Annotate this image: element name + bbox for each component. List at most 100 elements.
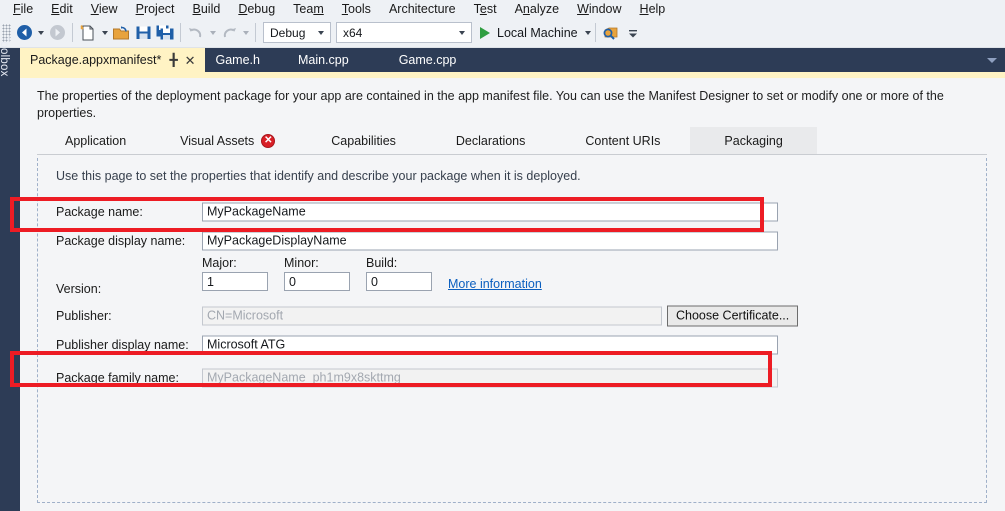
chevron-down-icon[interactable] — [584, 30, 591, 35]
package-display-name-row: Package display name: MyPackageDisplayNa… — [56, 227, 968, 254]
version-minor-input[interactable]: 0 — [284, 272, 350, 291]
version-build-input[interactable]: 0 — [366, 272, 432, 291]
document-tab-label: Main.cpp — [297, 53, 349, 67]
document-tab-package-appxmanifest[interactable]: Package.appxmanifest* ╋ ✕ — [20, 48, 206, 72]
navigate-back-icon[interactable] — [13, 21, 35, 45]
publisher-label: Publisher: — [56, 308, 112, 323]
version-major-cell: Major: 1 — [202, 256, 268, 291]
menu-item-debug[interactable]: Debug — [229, 0, 284, 18]
error-badge-icon: ✕ — [261, 133, 276, 148]
chevron-down-icon — [459, 30, 465, 35]
manifest-designer: The properties of the deployment package… — [20, 78, 1005, 511]
tab-declarations[interactable]: Declarations — [426, 127, 555, 154]
version-build-caption: Build: — [366, 256, 398, 270]
packaging-form: Package name: MyPackageName Package disp… — [56, 198, 968, 393]
more-information-link[interactable]: More information — [448, 277, 542, 291]
package-display-name-label: Package display name: — [56, 233, 186, 248]
start-debugging-button[interactable]: Local Machine — [480, 26, 591, 40]
tab-content-uris[interactable]: Content URIs — [555, 127, 690, 154]
menu-item-file[interactable]: File — [4, 0, 42, 18]
package-name-row: Package name: MyPackageName — [56, 198, 968, 225]
document-tab-label: Game.cpp — [398, 53, 457, 67]
tab-application[interactable]: Application — [37, 127, 154, 154]
publisher-display-name-input[interactable]: Microsoft ATG — [202, 335, 778, 354]
toolbar-separator — [72, 23, 73, 42]
close-icon[interactable]: ✕ — [185, 54, 196, 67]
menu-item-edit[interactable]: Edit — [42, 0, 82, 18]
menu-item-window[interactable]: Window — [568, 0, 630, 18]
version-fields: Major: 1 Minor: 0 Build: 0 — [202, 256, 432, 291]
configuration-value: Debug — [270, 25, 306, 40]
package-family-name-row: Package family name: MyPackageName_ph1m9… — [56, 364, 968, 391]
document-tab-strip: Package.appxmanifest* ╋ ✕ Game.h Main.cp… — [20, 48, 1005, 72]
version-build-cell: Build: 0 — [366, 256, 432, 291]
visual-studio-window: File Edit View Project Build Debug Team … — [0, 0, 1005, 511]
publisher-input: CN=Microsoft — [202, 306, 662, 325]
package-display-name-input[interactable]: MyPackageDisplayName — [202, 231, 778, 250]
tab-label: Application — [65, 133, 127, 148]
version-major-caption: Major: — [202, 256, 237, 270]
menu-item-team[interactable]: Team — [284, 0, 333, 18]
tab-packaging[interactable]: Packaging — [690, 127, 817, 154]
save-icon[interactable] — [132, 21, 154, 45]
designer-tab-bar: Application Visual Assets ✕ Capabilities… — [37, 127, 987, 155]
menu-item-analyze[interactable]: Analyze — [506, 0, 568, 18]
publisher-display-name-row: Publisher display name: Microsoft ATG — [56, 331, 968, 358]
publisher-row: Publisher: CN=Microsoft Choose Certifica… — [56, 302, 968, 329]
undo-dropdown-icon — [207, 21, 218, 45]
tab-label: Declarations — [455, 133, 526, 148]
undo-icon — [185, 21, 207, 45]
new-item-icon[interactable] — [77, 21, 99, 45]
tab-label: Packaging — [724, 133, 783, 148]
redo-dropdown-icon — [240, 21, 251, 45]
run-target-label: Local Machine — [497, 25, 578, 40]
menu-item-build[interactable]: Build — [184, 0, 230, 18]
new-item-dropdown-icon[interactable] — [99, 21, 110, 45]
tab-label: Content URIs — [585, 133, 661, 148]
package-family-name-input: MyPackageName_ph1m9x8skttmg — [202, 368, 778, 387]
standard-toolbar: Debug x64 Local Machine — [0, 18, 1005, 48]
save-all-icon[interactable] — [154, 21, 176, 45]
version-label: Version: — [56, 282, 102, 296]
open-file-icon[interactable] — [110, 21, 132, 45]
choose-certificate-button[interactable]: Choose Certificate... — [667, 305, 799, 326]
menu-item-help[interactable]: Help — [631, 0, 675, 18]
document-tab-game-h[interactable]: Game.h — [205, 48, 269, 72]
version-minor-cell: Minor: 0 — [284, 256, 350, 291]
navigate-back-dropdown-icon[interactable] — [35, 21, 46, 45]
find-in-files-icon[interactable] — [600, 21, 622, 45]
manifest-description: The properties of the deployment package… — [37, 89, 944, 120]
menu-item-project[interactable]: Project — [127, 0, 184, 18]
platform-combobox[interactable]: x64 — [336, 22, 472, 43]
toolbox-rail[interactable]: Toolbox — [0, 35, 20, 511]
pin-icon[interactable]: ╋ — [170, 54, 178, 66]
toolbar-separator-2 — [180, 23, 181, 42]
play-icon — [480, 26, 490, 39]
package-family-name-label: Package family name: — [56, 370, 179, 385]
document-tab-label: Package.appxmanifest* — [30, 53, 162, 67]
menu-item-architecture[interactable]: Architecture — [380, 0, 465, 18]
configuration-combobox[interactable]: Debug — [263, 22, 331, 43]
toolbar-overflow-icon[interactable] — [622, 21, 644, 45]
tab-label: Visual Assets — [180, 133, 255, 148]
document-tab-game-cpp[interactable]: Game.cpp — [377, 48, 467, 72]
package-name-label: Package name: — [56, 204, 143, 219]
menu-item-view[interactable]: View — [82, 0, 127, 18]
version-major-input[interactable]: 1 — [202, 272, 268, 291]
tab-capabilities[interactable]: Capabilities — [301, 127, 426, 154]
menu-item-tools[interactable]: Tools — [333, 0, 380, 18]
publisher-display-name-label: Publisher display name: — [56, 337, 189, 352]
package-name-input[interactable]: MyPackageName — [202, 202, 778, 221]
menu-item-test[interactable]: Test — [465, 0, 506, 18]
toolbar-separator-3 — [255, 23, 256, 42]
toolbox-label: Toolbox — [0, 35, 10, 77]
packaging-subtitle: Use this page to set the properties that… — [56, 169, 581, 183]
document-tab-main-cpp[interactable]: Main.cpp — [270, 48, 377, 72]
packaging-panel: Use this page to set the properties that… — [37, 158, 987, 503]
platform-value: x64 — [343, 25, 363, 40]
version-row: Version: Major: 1 Minor: 0 Build: 0 More… — [56, 256, 968, 300]
tab-label: Capabilities — [331, 133, 396, 148]
tab-overflow-chevron-icon[interactable] — [987, 58, 997, 63]
toolbar-separator-4 — [594, 23, 596, 42]
tab-visual-assets[interactable]: Visual Assets ✕ — [154, 127, 301, 154]
